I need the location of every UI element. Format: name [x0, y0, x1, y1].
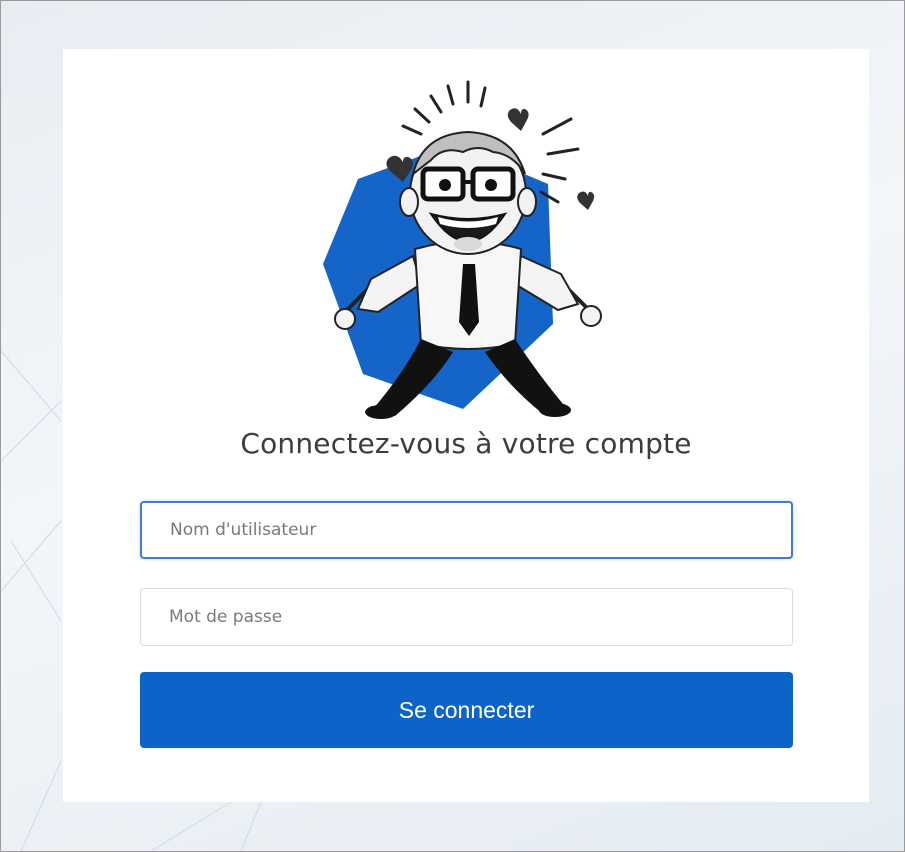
- login-card: Connectez-vous à votre compte Se connect…: [63, 49, 869, 802]
- password-input[interactable]: [140, 588, 793, 646]
- mascot-illustration: [323, 80, 602, 419]
- login-page: Connectez-vous à votre compte Se connect…: [0, 0, 905, 852]
- login-button[interactable]: Se connecter: [140, 672, 793, 748]
- username-input[interactable]: [140, 501, 793, 559]
- page-title: Connectez-vous à votre compte: [240, 427, 692, 460]
